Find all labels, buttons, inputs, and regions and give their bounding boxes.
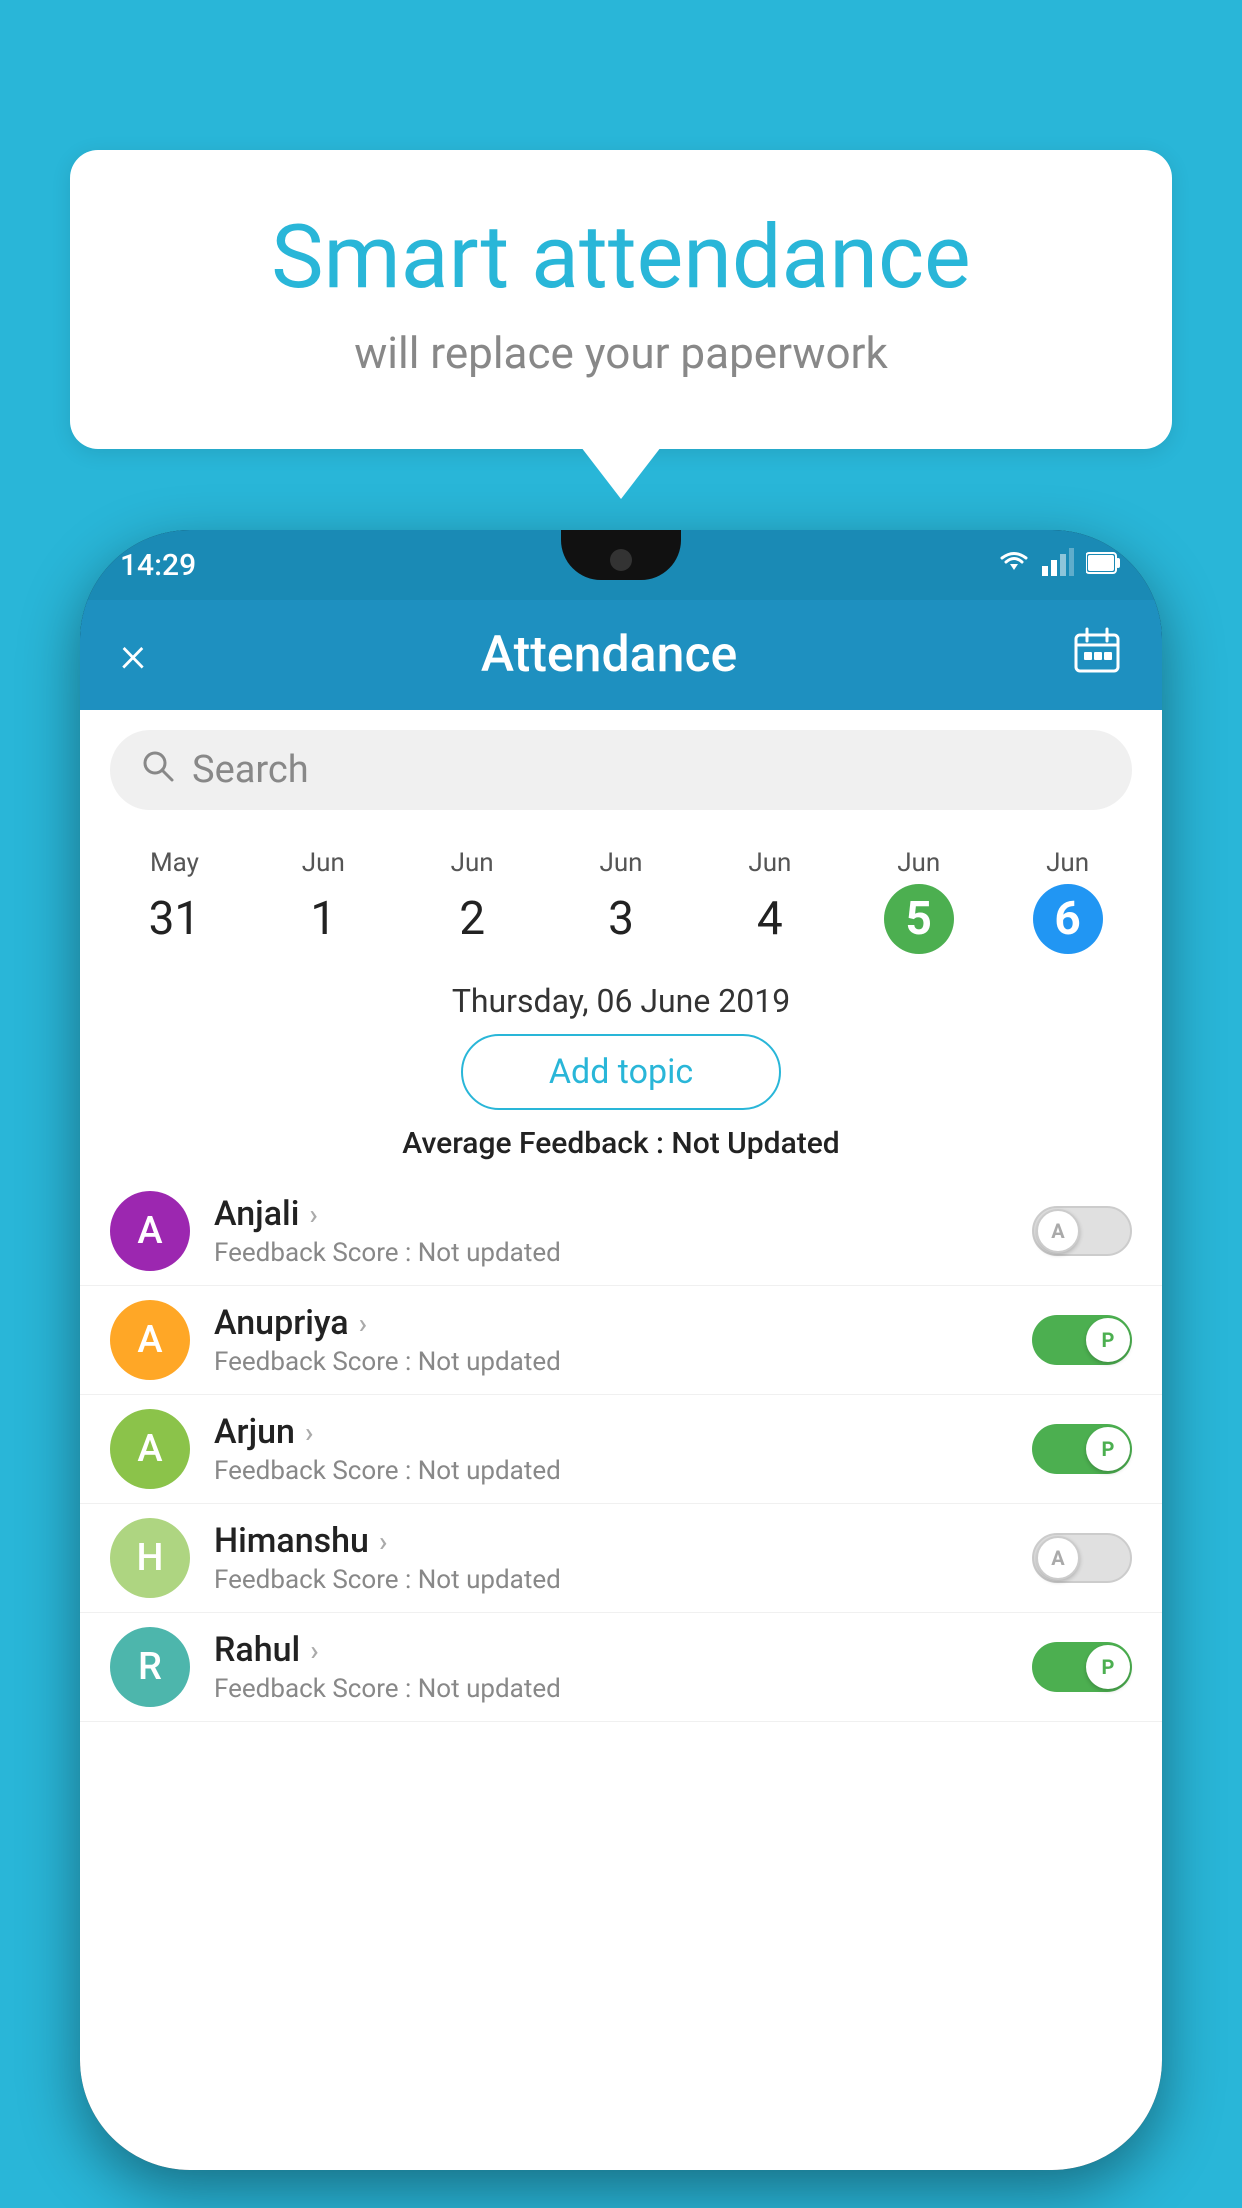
close-button[interactable]: × (120, 626, 146, 684)
student-feedback: Feedback Score : Not updated (214, 1565, 1032, 1595)
toggle-track: A (1032, 1533, 1132, 1583)
attendance-toggle[interactable]: P (1032, 1424, 1132, 1474)
status-bar: 14:29 (80, 530, 1162, 600)
search-icon (140, 748, 176, 793)
toggle-thumb: P (1086, 1427, 1130, 1471)
calendar-icon[interactable] (1072, 625, 1122, 686)
toggle-thumb: P (1086, 1318, 1130, 1362)
student-info: Rahul › Feedback Score : Not updated (214, 1630, 1032, 1704)
student-feedback: Feedback Score : Not updated (214, 1456, 1032, 1486)
search-placeholder: Search (192, 748, 309, 792)
chevron-icon: › (310, 1634, 318, 1667)
phone-notch (561, 530, 681, 580)
student-item: A Arjun › Feedback Score : Not updated P (80, 1395, 1162, 1504)
toggle-track: P (1032, 1424, 1132, 1474)
chevron-icon: › (379, 1525, 387, 1558)
attendance-toggle[interactable]: P (1032, 1642, 1132, 1692)
student-avatar: H (110, 1518, 190, 1598)
app-header: × Attendance (80, 600, 1162, 710)
date-item[interactable]: Jun 3 (547, 840, 696, 962)
date-month: Jun (551, 848, 692, 878)
bubble-title: Smart attendance (150, 210, 1092, 307)
student-avatar: A (110, 1191, 190, 1271)
date-item[interactable]: Jun 4 (695, 840, 844, 962)
date-number: 5 (884, 884, 954, 954)
student-feedback: Feedback Score : Not updated (214, 1347, 1032, 1377)
attendance-toggle[interactable]: A (1032, 1206, 1132, 1256)
student-feedback: Feedback Score : Not updated (214, 1238, 1032, 1268)
student-item: H Himanshu › Feedback Score : Not updatedA (80, 1504, 1162, 1613)
date-month: Jun (848, 848, 989, 878)
speech-bubble: Smart attendance will replace your paper… (70, 150, 1172, 449)
date-month: May (104, 848, 245, 878)
status-icons (998, 548, 1122, 583)
chevron-icon: › (359, 1307, 367, 1340)
date-number: 1 (288, 884, 358, 954)
phone-content: Search May 31 Jun 1 Jun 2 Jun 3 Jun 4 Jun 5 Jun 6 Thu… (80, 710, 1162, 2170)
chevron-icon: › (309, 1198, 317, 1231)
front-camera (610, 549, 632, 571)
status-time: 14:29 (120, 548, 196, 583)
avg-feedback: Average Feedback : Not Updated (80, 1126, 1162, 1161)
avg-feedback-value: Not Updated (671, 1126, 839, 1161)
student-name[interactable]: Himanshu › (214, 1521, 1032, 1561)
student-info: Anjali › Feedback Score : Not updated (214, 1194, 1032, 1268)
search-bar[interactable]: Search (110, 730, 1132, 810)
student-name[interactable]: Anjali › (214, 1194, 1032, 1234)
toggle-thumb: A (1036, 1209, 1080, 1253)
student-item: AAnjali ›Feedback Score : Not updatedA (80, 1177, 1162, 1286)
date-strip: May 31 Jun 1 Jun 2 Jun 3 Jun 4 Jun 5 Jun 6 (80, 830, 1162, 972)
student-name[interactable]: Anupriya › (214, 1303, 1032, 1343)
date-month: Jun (699, 848, 840, 878)
student-item: R Rahul › Feedback Score : Not updated P (80, 1613, 1162, 1722)
student-info: Arjun › Feedback Score : Not updated (214, 1412, 1032, 1486)
toggle-track: A (1032, 1206, 1132, 1256)
add-topic-button[interactable]: Add topic (461, 1034, 781, 1110)
phone-frame: 14:29 (80, 530, 1162, 2170)
student-feedback: Feedback Score : Not updated (214, 1674, 1032, 1704)
signal-icon (1042, 548, 1074, 583)
student-avatar: R (110, 1627, 190, 1707)
date-item[interactable]: Jun 1 (249, 840, 398, 962)
selected-date: Thursday, 06 June 2019 (80, 982, 1162, 1020)
student-info: Anupriya › Feedback Score : Not updated (214, 1303, 1032, 1377)
date-month: Jun (402, 848, 543, 878)
wifi-icon (998, 548, 1030, 583)
student-item: A Anupriya › Feedback Score : Not updated P (80, 1286, 1162, 1395)
date-month: Jun (997, 848, 1138, 878)
chevron-icon: › (305, 1416, 313, 1449)
toggle-thumb: P (1086, 1645, 1130, 1689)
toggle-thumb: A (1036, 1536, 1080, 1580)
date-item[interactable]: Jun 2 (398, 840, 547, 962)
student-info: Himanshu › Feedback Score : Not updated (214, 1521, 1032, 1595)
date-number: 3 (586, 884, 656, 954)
student-avatar: A (110, 1409, 190, 1489)
attendance-toggle[interactable]: A (1032, 1533, 1132, 1583)
date-month: Jun (253, 848, 394, 878)
speech-bubble-container: Smart attendance will replace your paper… (70, 150, 1172, 449)
student-name[interactable]: Rahul › (214, 1630, 1032, 1670)
student-avatar: A (110, 1300, 190, 1380)
date-number: 2 (437, 884, 507, 954)
battery-icon (1086, 549, 1122, 582)
date-item[interactable]: May 31 (100, 840, 249, 962)
toggle-track: P (1032, 1315, 1132, 1365)
student-name[interactable]: Arjun › (214, 1412, 1032, 1452)
bubble-subtitle: will replace your paperwork (150, 327, 1092, 379)
date-item[interactable]: Jun 6 (993, 840, 1142, 962)
date-number: 4 (735, 884, 805, 954)
header-title: Attendance (481, 626, 738, 684)
date-item[interactable]: Jun 5 (844, 840, 993, 962)
attendance-toggle[interactable]: P (1032, 1315, 1132, 1365)
toggle-track: P (1032, 1642, 1132, 1692)
avg-feedback-label: Average Feedback : (402, 1126, 664, 1161)
date-number: 31 (139, 884, 209, 954)
date-number: 6 (1033, 884, 1103, 954)
students-list: AAnjali ›Feedback Score : Not updatedAAA… (80, 1177, 1162, 1722)
